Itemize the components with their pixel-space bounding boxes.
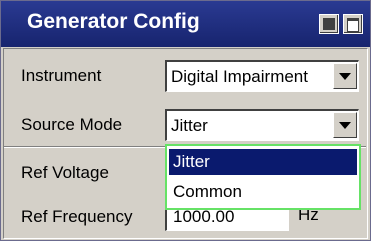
chevron-down-icon — [339, 122, 351, 129]
option-common[interactable]: Common — [169, 179, 357, 205]
minimize-icon — [323, 18, 335, 30]
instrument-dropdown-button[interactable] — [333, 63, 357, 89]
option-jitter[interactable]: Jitter — [169, 149, 357, 175]
instrument-select[interactable]: Digital Impairment — [165, 60, 359, 92]
title-bar[interactable]: Generator Config — [1, 1, 370, 47]
restore-button[interactable] — [343, 14, 363, 34]
source-mode-value: Jitter — [171, 116, 208, 135]
source-mode-dropdown-button[interactable] — [333, 112, 357, 138]
instrument-label: Instrument — [21, 66, 102, 85]
minimize-button[interactable] — [319, 14, 339, 34]
window-title: Generator Config — [27, 10, 200, 33]
generator-config-window: Generator Config Instrument Digital Impa… — [0, 0, 371, 241]
chevron-down-icon — [339, 73, 351, 80]
source-mode-options-list[interactable]: Jitter Common — [165, 144, 361, 210]
restore-icon — [347, 18, 359, 32]
ref-voltage-label: Ref Voltage — [21, 163, 109, 182]
source-mode-label: Source Mode — [21, 115, 123, 134]
instrument-value: Digital Impairment — [171, 67, 308, 86]
ref-frequency-label: Ref Frequency — [21, 207, 133, 226]
ref-frequency-value: 1000.00 — [173, 207, 235, 226]
source-mode-select[interactable]: Jitter — [165, 109, 359, 141]
